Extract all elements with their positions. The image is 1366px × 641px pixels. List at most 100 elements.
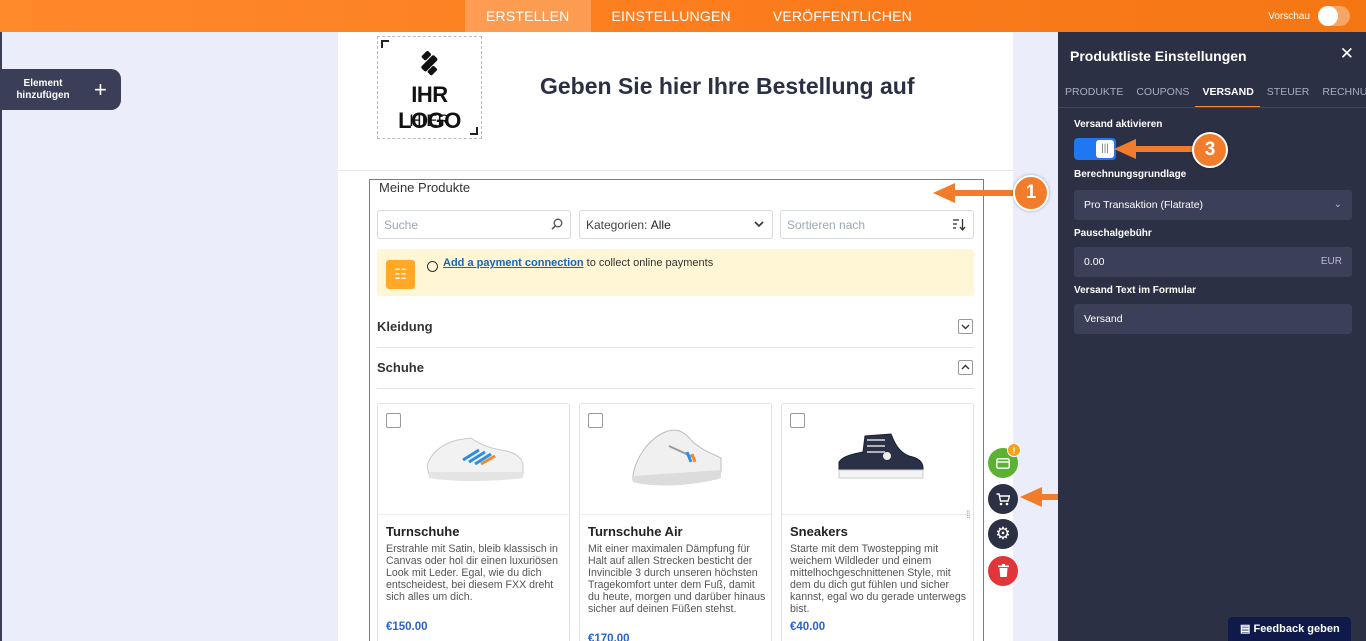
tab-einstellungen[interactable]: EINSTELLUNGEN [591,0,752,32]
product-price: €170.00 [588,633,630,641]
sort-select[interactable]: Sortieren nach [780,210,974,239]
categories-prefix: Kategorien: [586,217,648,232]
delete-button[interactable] [988,556,1018,586]
hightop-sneaker-icon [838,433,924,479]
payment-connection-link[interactable]: Add a payment connection [443,257,584,269]
product-name: Turnschuhe Air [588,524,683,539]
payment-suffix: to collect online payments [583,257,714,269]
left-edge [0,32,2,641]
categories-value: Alle [650,217,671,232]
feedback-button[interactable]: ▤ Feedback geben [1228,617,1351,641]
product-description: Erstrahle mit Satin, bleib klassisch in … [386,543,558,603]
product-description: Mit einer maximalen Dämpfung für Halt au… [588,543,766,615]
logo-icon [421,51,438,76]
shipping-text-value: Versand [1084,313,1123,325]
callout-badge: 3 [1192,132,1228,168]
panel-title: Produktliste Einstellungen [1070,48,1247,64]
settings-gear-button[interactable]: ⚙ [988,519,1018,549]
product-image [378,404,569,515]
top-navigation-bar: ERSTELLEN EINSTELLUNGEN VERÖFFENTLICHEN … [0,0,1366,32]
product-price: €40.00 [790,621,826,633]
fee-label: Pauschalgebühr [1074,228,1152,239]
categories-select[interactable]: Kategorien: Alle [579,210,773,239]
product-list-label: Meine Produkte [379,180,471,195]
shipping-enable-label: Versand aktivieren [1074,119,1163,130]
feedback-icon: ▤ [1240,623,1251,635]
fee-value: 0.00 [1084,256,1105,268]
product-checkbox[interactable] [386,413,401,428]
checklist-icon: ☷ [386,260,415,289]
callout-arrow [1134,146,1194,152]
add-element-label: Element hinzufügen [16,77,70,101]
workspace-gap [1013,32,1058,641]
product-card[interactable]: Turnschuhe Air Mit einer maximalen Dämpf… [579,403,772,641]
category-schuhe[interactable]: Schuhe [377,360,424,375]
sort-placeholder: Sortieren nach [787,217,866,232]
main-tabs: ERSTELLEN EINSTELLUNGEN VERÖFFENTLICHEN [465,0,933,32]
logo-text-sub: HIER [409,111,450,130]
callout-arrow [1114,139,1136,159]
category-divider [377,388,974,389]
category-kleidung[interactable]: Kleidung [377,319,433,334]
basis-select[interactable]: Pro Transaktion (Flatrate) ⌄ [1074,190,1352,220]
toggle-knob [1318,6,1338,26]
tab-veroeffentlichen[interactable]: VERÖFFENTLICHEN [752,0,933,32]
payment-notice: ☷ Add a payment connection to collect on… [377,249,974,296]
search-input[interactable]: Suche [377,210,571,239]
product-price: €150.00 [386,621,428,633]
add-element-button[interactable]: Element hinzufügen + [0,69,121,110]
product-image [782,404,973,515]
preview-label: Vorschau [1268,10,1310,22]
drag-handle-icon[interactable]: ⁞⁞ [966,511,976,521]
cart-button[interactable] [988,484,1018,514]
tab-produkte[interactable]: PRODUKTE [1058,78,1129,107]
chevron-down-icon: ⌄ [1333,199,1342,210]
panel-tabs: PRODUKTE COUPONS VERSAND STEUER RECHNUNG [1058,78,1366,108]
preview-toggle[interactable] [1318,6,1350,26]
product-card[interactable]: Turnschuhe Erstrahle mit Satin, bleib kl… [377,403,570,641]
callout-badge: 1 [1013,175,1049,211]
fee-input[interactable]: 0.00 EUR [1074,247,1352,277]
tab-rechnung[interactable]: RECHNUNG [1315,78,1366,107]
sneaker-air-icon [632,429,722,486]
chevron-down-icon[interactable] [958,319,973,334]
plus-icon: + [94,76,107,102]
feedback-label: Feedback geben [1253,623,1340,635]
search-placeholder: Suche [384,217,419,232]
product-name: Sneakers [790,524,848,539]
chevron-up-icon[interactable] [958,360,973,375]
callout-arrow [933,183,955,203]
product-name: Turnschuhe [386,524,460,539]
warning-badge: ! [1007,443,1021,457]
product-card[interactable]: Sneakers Starte mit dem Twostepping mit … [781,403,974,641]
basis-value: Pro Transaktion (Flatrate) [1084,199,1204,211]
shipping-text-input[interactable]: Versand [1074,304,1352,334]
payment-text: Add a payment connection to collect onli… [443,257,713,269]
text-label: Versand Text im Formular [1074,285,1197,296]
tab-coupons[interactable]: COUPONS [1129,78,1195,107]
sneaker-white-icon [426,437,524,481]
settings-panel: Produktliste Einstellungen ✕ PRODUKTE CO… [1058,32,1366,641]
product-image [580,404,771,515]
callout-arrow [1020,487,1042,507]
preview-control: Vorschau [1268,6,1350,26]
product-checkbox[interactable] [790,413,805,428]
tab-erstellen[interactable]: ERSTELLEN [465,0,591,32]
currency-label: EUR [1320,256,1342,267]
toggle-knob: ||| [1096,140,1114,158]
sort-icon [952,218,966,234]
product-checkbox[interactable] [588,413,603,428]
tab-steuer[interactable]: STEUER [1260,78,1316,107]
chevron-down-icon [753,218,765,233]
close-icon[interactable]: ✕ [1340,44,1354,64]
shipping-toggle[interactable]: ||| [1074,138,1116,160]
logo-placeholder[interactable]: IHR LOGO HIER [377,36,482,139]
tab-versand[interactable]: VERSAND [1195,78,1260,107]
left-workspace [0,32,338,641]
product-description: Starte mit dem Twostepping mit weichem W… [790,543,967,615]
form-heading[interactable]: Geben Sie hier Ihre Bestellung auf [540,73,914,100]
header-divider [338,170,1013,171]
radio-circle [427,261,438,272]
search-icon [551,218,563,233]
category-divider [377,347,974,348]
